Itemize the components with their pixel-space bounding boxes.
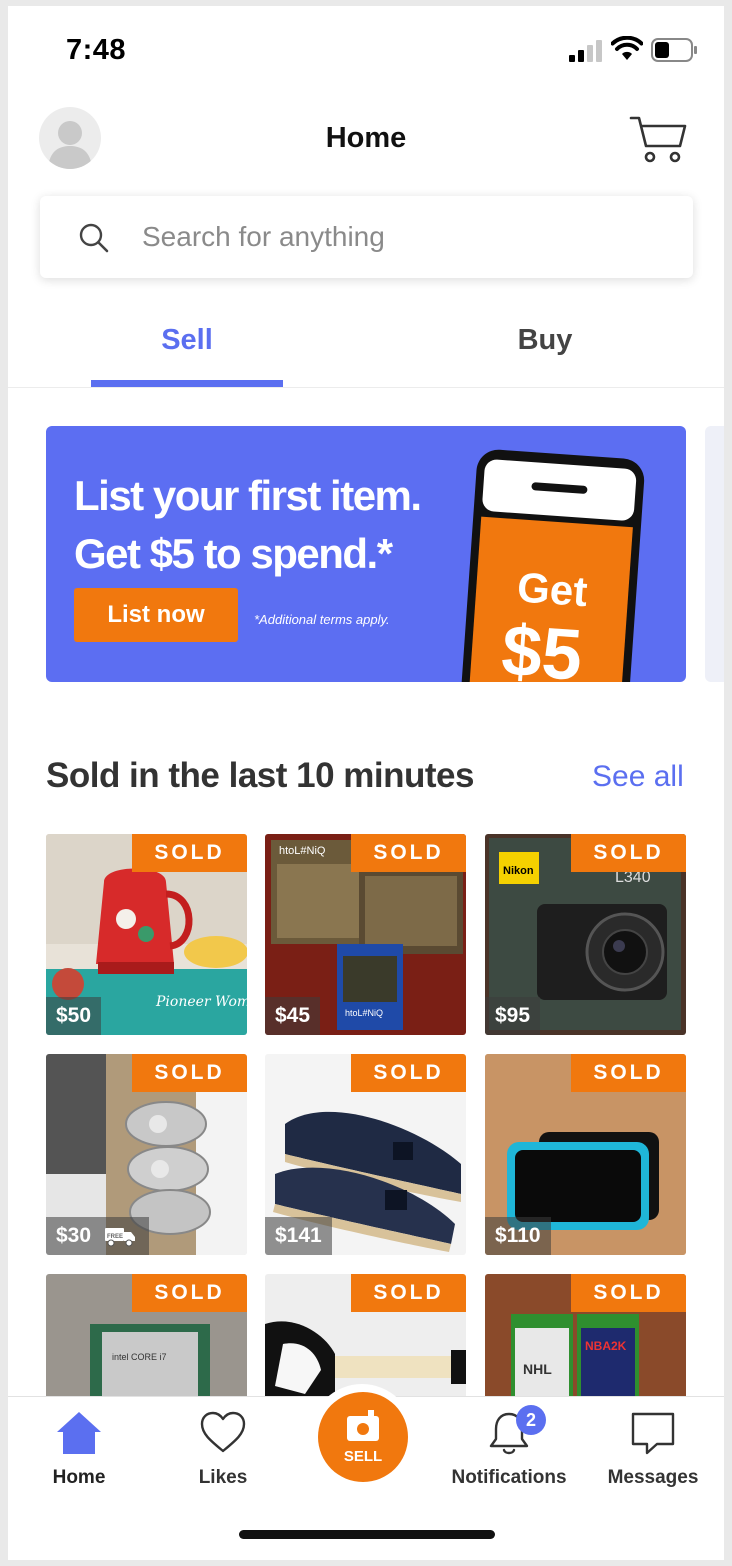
sold-badge: SOLD <box>351 1054 466 1092</box>
sell-buy-tabs: Sell Buy <box>8 306 724 388</box>
sold-item-tile[interactable]: SOLD $30 FREE <box>46 1054 247 1255</box>
sold-item-tile[interactable]: SOLD $141 <box>265 1054 466 1255</box>
price-label: $45 <box>265 997 321 1035</box>
promo-banner[interactable]: List your first item. Get $5 to spend.* … <box>46 426 686 682</box>
sold-badge: SOLD <box>571 834 686 872</box>
home-indicator <box>239 1530 495 1539</box>
phone-amount-text: $5 <box>499 611 584 682</box>
sold-badge: SOLD <box>571 1054 686 1092</box>
cart-icon[interactable] <box>628 112 688 164</box>
price-label: $50 <box>46 997 102 1035</box>
nav-likes[interactable]: Likes <box>158 1409 288 1489</box>
battery-icon <box>651 38 697 62</box>
sold-item-tile[interactable]: Pioneer Woman SOLD $50 <box>46 834 247 1035</box>
svg-text:htoL#NiQ: htoL#NiQ <box>279 845 326 857</box>
sell-label: SELL <box>343 1448 383 1465</box>
tab-buy[interactable]: Buy <box>450 324 640 357</box>
search-icon <box>79 223 109 253</box>
svg-text:NBA2K: NBA2K <box>585 1339 627 1353</box>
sold-item-tile[interactable]: SOLD $110 <box>485 1054 686 1255</box>
camera-tag-icon <box>347 1410 379 1441</box>
sell-fab-wrapper: SELL <box>310 1384 414 1488</box>
sold-badge: SOLD <box>132 1274 247 1312</box>
app-screen: 7:48 Home Search for anything Sell Buy L… <box>8 6 724 1560</box>
nav-home[interactable]: Home <box>14 1409 144 1489</box>
status-bar: 7:48 <box>8 6 724 92</box>
sold-item-tile[interactable]: SOLD <box>265 1274 466 1396</box>
notification-count-badge: 2 <box>516 1405 546 1435</box>
banner-headline-2: Get $5 to spend.* <box>74 530 393 577</box>
wifi-icon <box>611 36 643 60</box>
nav-messages-label: Messages <box>607 1467 699 1488</box>
phone-get-text: Get <box>516 563 589 615</box>
banner-headline-1: List your first item. <box>74 472 422 519</box>
svg-text:NHL: NHL <box>523 1361 552 1377</box>
sold-badge: SOLD <box>571 1274 686 1312</box>
price-label: $110 <box>485 1217 551 1255</box>
nav-likes-label: Likes <box>198 1467 248 1488</box>
svg-text:FREE: FREE <box>107 1234 123 1240</box>
sold-badge: SOLD <box>351 1274 466 1312</box>
price-label: $141 <box>265 1217 332 1255</box>
banner-terms: *Additional terms apply. <box>254 612 390 627</box>
page-title: Home <box>325 122 407 154</box>
sold-badge: SOLD <box>132 834 247 872</box>
see-all-link[interactable]: See all <box>592 760 684 794</box>
cellular-signal-icon <box>569 40 602 62</box>
nav-home-label: Home <box>52 1467 106 1488</box>
svg-text:Nikon: Nikon <box>503 865 534 877</box>
sold-item-tile[interactable]: Nikon L340 SOLD $95 <box>485 834 686 1035</box>
svg-text:Pioneer Woman: Pioneer Woman <box>155 994 247 1010</box>
active-tab-indicator <box>91 380 283 387</box>
nav-notifications[interactable]: 2 Notifications <box>444 1405 574 1489</box>
nav-notifications-label: Notifications <box>451 1467 567 1488</box>
sell-button[interactable]: SELL <box>318 1392 408 1482</box>
list-now-button[interactable]: List now <box>74 588 238 642</box>
free-shipping-truck-icon: FREE <box>105 1228 135 1247</box>
next-banner-peek[interactable] <box>705 426 724 682</box>
status-time: 7:48 <box>66 34 127 66</box>
sold-item-tile[interactable]: htoL#NiQ htoL#NiQ SOLD $45 <box>265 834 466 1035</box>
message-bubble-icon <box>631 1412 675 1455</box>
svg-text:htoL#NiQ: htoL#NiQ <box>345 1008 383 1018</box>
svg-text:intel CORE i7: intel CORE i7 <box>112 1352 167 1362</box>
section-title: Sold in the last 10 minutes <box>46 756 474 795</box>
sold-items-grid: Pioneer Woman SOLD $50 htoL#NiQ htoL#NiQ… <box>46 834 686 1396</box>
sold-item-tile[interactable]: intel CORE i7 SOLD <box>46 1274 247 1396</box>
search-input[interactable] <box>142 214 662 260</box>
sold-badge: SOLD <box>132 1054 247 1092</box>
sold-item-tile[interactable]: NHL NBA2K SOLD <box>485 1274 686 1396</box>
home-icon <box>57 1412 101 1454</box>
sold-badge: SOLD <box>351 834 466 872</box>
phone-illustration: Get $5 <box>460 449 645 682</box>
price-label: $95 <box>485 997 541 1035</box>
heart-icon <box>200 1411 246 1453</box>
nav-messages[interactable]: Messages <box>588 1409 718 1489</box>
search-bar[interactable] <box>40 196 693 278</box>
tab-sell[interactable]: Sell <box>92 324 282 357</box>
